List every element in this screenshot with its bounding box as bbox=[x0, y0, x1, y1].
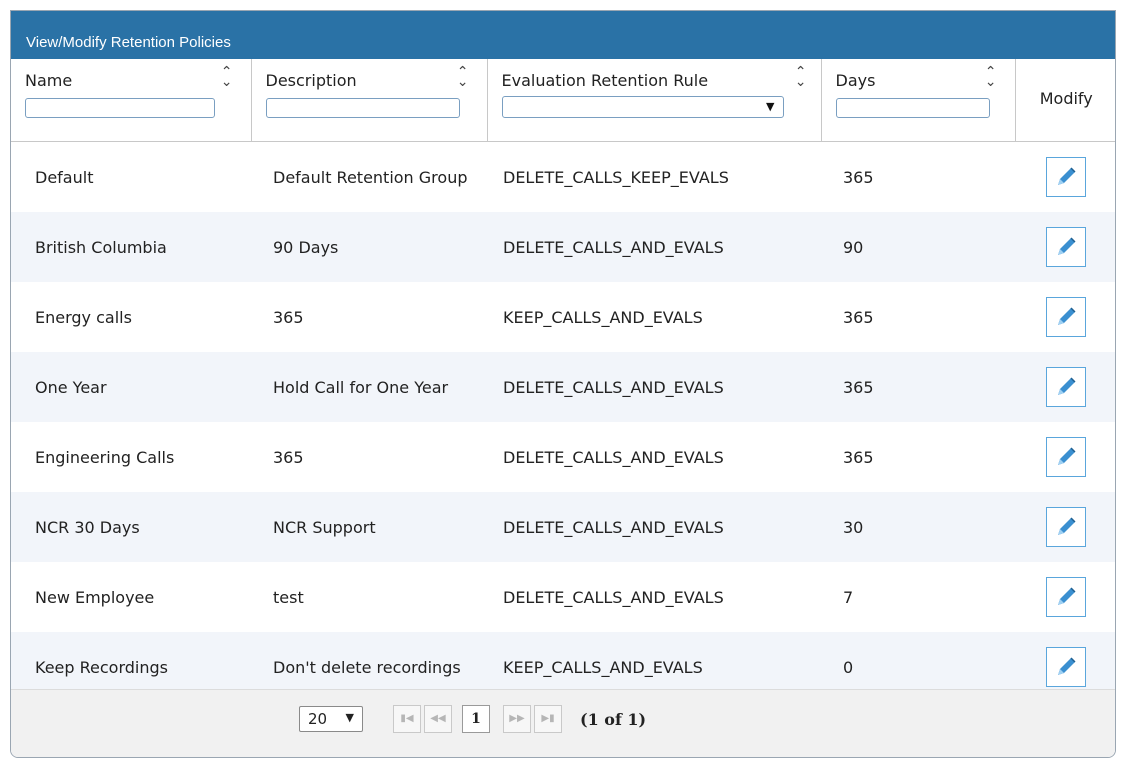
column-header-rule[interactable]: Evaluation Retention Rule ⌃ ⌄ ▼ bbox=[486, 59, 822, 142]
column-header-name[interactable]: Name ⌃ ⌄ bbox=[11, 59, 252, 142]
days-filter-input[interactable] bbox=[835, 98, 990, 118]
cell-description: 365 bbox=[251, 422, 487, 492]
paginator: 20 ▼ ▮◀ ◀◀ 1 ▶▶ ▶▮ (1 of 1) bbox=[11, 689, 1115, 757]
cell-rule: DELETE_CALLS_AND_EVALS bbox=[487, 422, 821, 492]
cell-modify bbox=[1015, 141, 1115, 212]
prev-page-icon[interactable]: ◀◀ bbox=[424, 705, 452, 733]
edit-button[interactable] bbox=[1046, 367, 1086, 407]
cell-rule: DELETE_CALLS_AND_EVALS bbox=[487, 562, 821, 632]
edit-button[interactable] bbox=[1046, 437, 1086, 477]
table-row[interactable]: One Year Hold Call for One Year DELETE_C… bbox=[11, 352, 1115, 422]
chevron-down-icon: ▼ bbox=[766, 100, 775, 113]
sort-icon[interactable]: ⌃ ⌄ bbox=[985, 65, 997, 89]
column-header-days[interactable]: Days ⌃ ⌄ bbox=[820, 59, 1016, 142]
description-filter-input[interactable] bbox=[265, 98, 460, 118]
cell-name: Engineering Calls bbox=[11, 422, 251, 492]
cell-modify bbox=[1015, 352, 1115, 422]
header-row: Name ⌃ ⌄ Description ⌃ ⌄ Evaluation Retent… bbox=[11, 59, 1115, 142]
cell-rule: DELETE_CALLS_AND_EVALS bbox=[487, 212, 821, 282]
edit-button[interactable] bbox=[1046, 297, 1086, 337]
pencil-icon bbox=[1058, 447, 1076, 465]
cell-description: 365 bbox=[251, 282, 487, 352]
edit-button[interactable] bbox=[1046, 507, 1086, 547]
cell-rule: DELETE_CALLS_KEEP_EVALS bbox=[487, 141, 821, 212]
cell-description: test bbox=[251, 562, 487, 632]
cell-days: 365 bbox=[821, 141, 1015, 212]
page-button-1[interactable]: 1 bbox=[462, 705, 490, 733]
retention-policies-table: Name ⌃ ⌄ Description ⌃ ⌄ Evaluation Retent… bbox=[11, 59, 1115, 702]
cell-description: Default Retention Group bbox=[251, 141, 487, 212]
pencil-icon bbox=[1058, 587, 1076, 605]
cell-name: NCR 30 Days bbox=[11, 492, 251, 562]
cell-name: Default bbox=[11, 141, 251, 212]
cell-name: New Employee bbox=[11, 562, 251, 632]
cell-name: British Columbia bbox=[11, 212, 251, 282]
next-page-icon[interactable]: ▶▶ bbox=[503, 705, 531, 733]
cell-rule: DELETE_CALLS_AND_EVALS bbox=[487, 492, 821, 562]
pencil-icon bbox=[1058, 377, 1076, 395]
column-label-name: Name bbox=[25, 71, 73, 90]
cell-description: Hold Call for One Year bbox=[251, 352, 487, 422]
pencil-icon bbox=[1058, 657, 1076, 675]
table-row[interactable]: NCR 30 Days NCR Support DELETE_CALLS_AND… bbox=[11, 492, 1115, 562]
cell-modify bbox=[1015, 562, 1115, 632]
panel-title: View/Modify Retention Policies bbox=[11, 11, 1115, 59]
cell-rule: KEEP_CALLS_AND_EVALS bbox=[487, 282, 821, 352]
cell-name: One Year bbox=[11, 352, 251, 422]
edit-button[interactable] bbox=[1046, 227, 1086, 267]
name-filter-input[interactable] bbox=[25, 98, 215, 118]
pencil-icon bbox=[1058, 517, 1076, 535]
pencil-icon bbox=[1058, 237, 1076, 255]
sort-icon[interactable]: ⌃ ⌄ bbox=[457, 65, 469, 89]
cell-description: 90 Days bbox=[251, 212, 487, 282]
rows-per-page-value: 20 bbox=[308, 710, 328, 728]
cell-name: Energy calls bbox=[11, 282, 251, 352]
page-status: (1 of 1) bbox=[580, 709, 647, 729]
rows-per-page-select[interactable]: 20 ▼ bbox=[299, 706, 363, 732]
column-header-description[interactable]: Description ⌃ ⌄ bbox=[250, 59, 488, 142]
column-header-modify: Modify bbox=[1014, 59, 1115, 142]
column-label-modify: Modify bbox=[1039, 89, 1093, 108]
column-label-description: Description bbox=[265, 71, 357, 90]
table-row[interactable]: Engineering Calls 365 DELETE_CALLS_AND_E… bbox=[11, 422, 1115, 492]
column-label-days: Days bbox=[835, 71, 876, 90]
last-page-icon[interactable]: ▶▮ bbox=[534, 705, 562, 733]
edit-button[interactable] bbox=[1046, 157, 1086, 197]
table-row[interactable]: British Columbia 90 Days DELETE_CALLS_AN… bbox=[11, 212, 1115, 282]
table-row[interactable]: Energy calls 365 KEEP_CALLS_AND_EVALS 36… bbox=[11, 282, 1115, 352]
cell-days: 365 bbox=[821, 352, 1015, 422]
cell-days: 365 bbox=[821, 282, 1015, 352]
table-row[interactable]: New Employee test DELETE_CALLS_AND_EVALS… bbox=[11, 562, 1115, 632]
retention-policies-panel: View/Modify Retention Policies Name ⌃ ⌄ D… bbox=[10, 10, 1116, 758]
cell-description: NCR Support bbox=[251, 492, 487, 562]
cell-days: 30 bbox=[821, 492, 1015, 562]
edit-button[interactable] bbox=[1046, 577, 1086, 617]
table-row[interactable]: Default Default Retention Group DELETE_C… bbox=[11, 141, 1115, 212]
cell-days: 365 bbox=[821, 422, 1015, 492]
cell-modify bbox=[1015, 492, 1115, 562]
sort-icon[interactable]: ⌃ ⌄ bbox=[795, 65, 807, 89]
column-label-rule: Evaluation Retention Rule bbox=[501, 71, 709, 90]
sort-icon[interactable]: ⌃ ⌄ bbox=[221, 65, 233, 89]
edit-button[interactable] bbox=[1046, 647, 1086, 687]
first-page-icon[interactable]: ▮◀ bbox=[393, 705, 421, 733]
cell-modify bbox=[1015, 282, 1115, 352]
cell-modify bbox=[1015, 422, 1115, 492]
cell-rule: DELETE_CALLS_AND_EVALS bbox=[487, 352, 821, 422]
chevron-down-icon: ▼ bbox=[345, 711, 354, 724]
cell-days: 7 bbox=[821, 562, 1015, 632]
cell-days: 90 bbox=[821, 212, 1015, 282]
pencil-icon bbox=[1058, 307, 1076, 325]
pencil-icon bbox=[1058, 167, 1076, 185]
cell-modify bbox=[1015, 212, 1115, 282]
rule-filter-select[interactable]: ▼ bbox=[501, 96, 784, 118]
